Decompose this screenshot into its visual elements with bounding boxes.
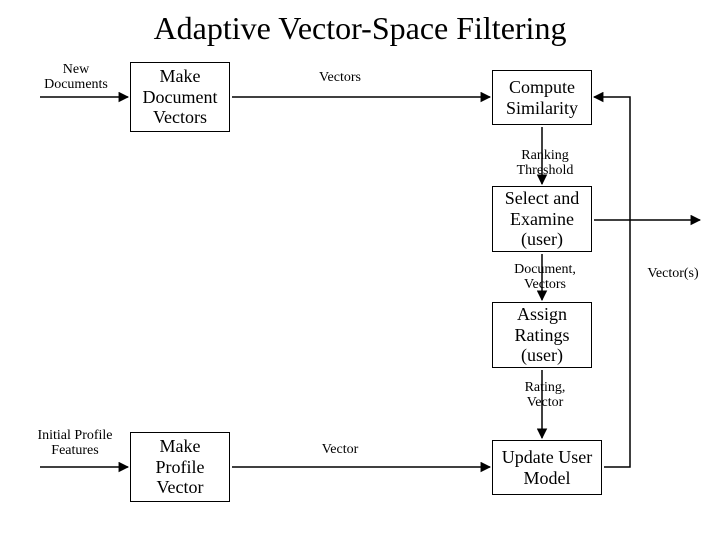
edge-label-ranking-threshold: Ranking Threshold [505, 148, 585, 179]
node-make-profile-vector: Make Profile Vector [130, 432, 230, 502]
diagram-title: Adaptive Vector-Space Filtering [0, 10, 720, 47]
label-new-documents: New Documents [36, 62, 116, 93]
edge-label-rating-vector: Rating, Vector [505, 380, 585, 411]
edge-label-vector: Vector [300, 442, 380, 457]
label-initial-profile-features: Initial Profile Features [20, 428, 130, 459]
node-update-user-model: Update User Model [492, 440, 602, 495]
edge-label-document-vectors: Document, Vectors [505, 262, 585, 293]
node-assign-ratings: Assign Ratings (user) [492, 302, 592, 368]
edge-label-vectors: Vectors [300, 70, 380, 85]
node-select-examine: Select and Examine (user) [492, 186, 592, 252]
node-compute-similarity: Compute Similarity [492, 70, 592, 125]
edge-label-vectors-out: Vector(s) [638, 266, 708, 281]
node-make-document-vectors: Make Document Vectors [130, 62, 230, 132]
